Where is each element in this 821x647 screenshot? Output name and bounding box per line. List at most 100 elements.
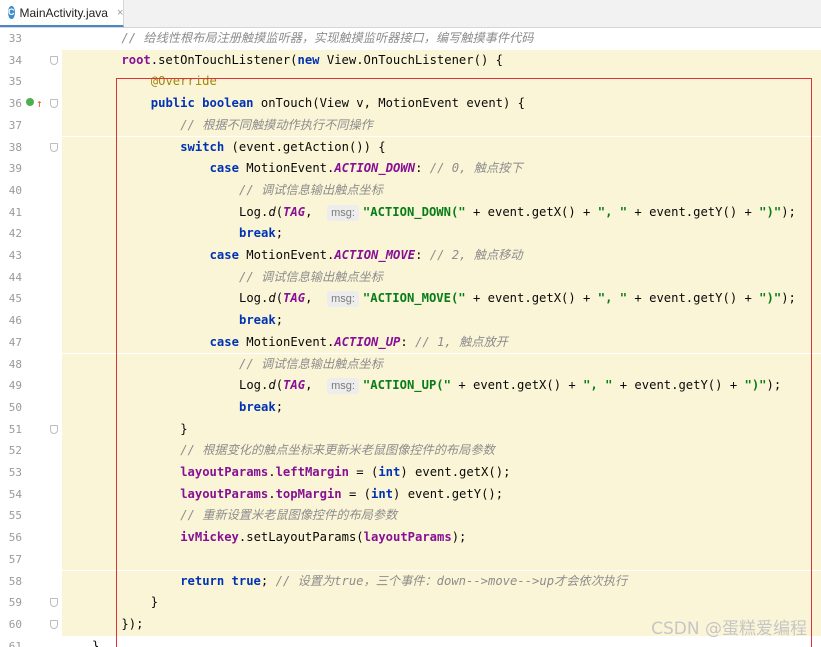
code-line[interactable]: 51}: [0, 418, 821, 441]
code-token: d: [268, 204, 276, 219]
code-token: ")": [759, 291, 782, 306]
code-token: break: [239, 226, 276, 241]
code-token: layoutParams: [180, 486, 269, 501]
code-line[interactable]: 40 // 调试信息输出触点坐标: [0, 179, 821, 202]
line-highlight: [62, 266, 821, 289]
code-line[interactable]: 42 break;: [0, 223, 821, 245]
code-text: ivMickey.setLayoutParams(layoutParams);: [180, 527, 466, 549]
code-line[interactable]: 45 Log.d(TAG, msg: "ACTION_MOVE(" + event.…: [0, 288, 821, 311]
code-line[interactable]: 37 // 根据不同触摸动作执行不同操作: [0, 114, 821, 137]
code-text: case MotionEvent.ACTION_UP: // 1, 触点放开: [210, 332, 508, 354]
code-line[interactable]: 41 Log.d(TAG, msg: "ACTION_DOWN(" + event.…: [0, 201, 821, 224]
line-number: 39: [8, 162, 22, 176]
code-line[interactable]: 52 // 根据变化的触点坐标来更新米老鼠图像控件的布局参数: [0, 440, 821, 462]
code-text: // 调试信息输出触点坐标: [239, 354, 383, 376]
code-token: // 2, 触点移动: [429, 248, 523, 262]
fold-marker-icon[interactable]: [50, 619, 58, 629]
code-token: MotionEvent.: [238, 248, 335, 262]
code-token: "ACTION_UP(": [362, 378, 451, 393]
code-line[interactable]: 43 case MotionEvent.ACTION_MOVE: // 2, 触点…: [0, 245, 821, 267]
code-token: layoutParams: [180, 465, 269, 479]
java-class-icon: C: [8, 6, 15, 19]
line-highlight: [62, 353, 821, 376]
code-line[interactable]: 50 break;: [0, 396, 821, 419]
code-line[interactable]: 55 // 重新设置米老鼠图像控件的布局参数: [0, 505, 821, 528]
code-editor[interactable]: 33 // 给线性根布局注册触摸监听器，实现触摸监听器接口，编写触摸事件代码 34 r…: [0, 28, 821, 647]
code-line[interactable]: 48 // 调试信息输出触点坐标: [0, 353, 821, 376]
code-line[interactable]: 57: [0, 548, 821, 571]
fold-marker-icon[interactable]: [50, 142, 58, 152]
code-line[interactable]: 59}: [0, 592, 821, 614]
code-line[interactable]: 38 switch (event.getAction()) {: [0, 136, 821, 159]
code-token: :: [400, 334, 416, 349]
code-token: });: [121, 616, 144, 631]
code-token: break: [239, 313, 276, 328]
code-line[interactable]: 33 // 给线性根布局注册触摸监听器，实现触摸监听器接口，编写触摸事件代码: [0, 28, 821, 50]
code-line[interactable]: 58 return true; // 设置为true，三个事件：down-->mo…: [0, 570, 821, 593]
override-method-icon[interactable]: [26, 98, 34, 107]
code-token: }: [92, 638, 100, 647]
line-number: 50: [8, 400, 22, 414]
code-line[interactable]: 34 root.setOnTouchListener(new View.OnTou…: [0, 49, 821, 72]
code-token: topMargin: [275, 486, 342, 501]
code-text: case MotionEvent.ACTION_DOWN: // 0, 触点按下: [210, 158, 523, 180]
code-token: );: [781, 291, 796, 306]
close-tab-icon[interactable]: ×: [117, 7, 123, 19]
code-token: ACTION_UP: [334, 334, 401, 349]
line-number: 56: [8, 531, 22, 545]
code-line[interactable]: 44 // 调试信息输出触点坐标: [0, 266, 821, 289]
fold-marker-icon[interactable]: [50, 99, 58, 109]
fold-marker-icon[interactable]: [50, 55, 58, 65]
fold-marker-icon[interactable]: [50, 598, 58, 608]
line-number: 57: [8, 552, 22, 566]
code-line[interactable]: 46 break;: [0, 310, 821, 332]
line-number: 61: [8, 639, 22, 647]
code-token: Log.: [239, 291, 269, 306]
code-token: "ACTION_DOWN(": [362, 204, 466, 219]
implements-arrow-icon[interactable]: ↑: [36, 93, 43, 115]
code-token: ", ": [597, 204, 628, 219]
line-number: 38: [8, 140, 22, 154]
code-text: break;: [239, 310, 283, 332]
code-token: ) event.getX();: [400, 465, 511, 479]
param-hint: msg:: [327, 204, 359, 221]
line-highlight: [62, 592, 821, 614]
code-line[interactable]: 54 layoutParams.topMargin = (int) event.g…: [0, 483, 821, 506]
code-token: MotionEvent.: [238, 161, 335, 176]
code-token: :: [415, 248, 430, 262]
line-number: 60: [8, 617, 22, 631]
code-token: break: [239, 399, 276, 414]
code-line[interactable]: 47 case MotionEvent.ACTION_UP: // 1, 触点放开: [0, 331, 821, 354]
line-number: 40: [8, 183, 22, 197]
code-text: }: [151, 592, 158, 614]
line-highlight: [62, 223, 821, 245]
code-token: onTouch(View v, MotionEvent event) {: [253, 96, 526, 111]
code-token: ")": [759, 204, 782, 219]
code-line[interactable]: 35 @Override: [0, 71, 821, 94]
code-token: // 1, 触点放开: [415, 334, 508, 349]
code-token: new: [297, 52, 320, 67]
line-number: 37: [8, 118, 22, 132]
fold-marker-icon[interactable]: [50, 424, 58, 434]
code-token: (: [275, 204, 284, 219]
code-text: Log.d(TAG, msg: "ACTION_UP(" + event.getX…: [239, 375, 781, 397]
line-number: 42: [8, 227, 22, 241]
code-token: leftMargin: [275, 465, 349, 479]
code-token: ,: [305, 204, 328, 219]
code-line[interactable]: 39 case MotionEvent.ACTION_DOWN: // 0, 触点…: [0, 158, 821, 180]
code-token: .: [268, 486, 276, 501]
code-line[interactable]: 53 layoutParams.leftMargin = (int) event.…: [0, 462, 821, 484]
code-token: MotionEvent.: [238, 334, 335, 349]
line-highlight: [62, 548, 821, 571]
editor-tab-bar: C MainActivity.java ×: [0, 0, 821, 28]
code-token: + event.getY() +: [627, 291, 760, 306]
code-line[interactable]: 49 Log.d(TAG, msg: "ACTION_UP(" + event.ge…: [0, 375, 821, 397]
code-line[interactable]: 56 ivMickey.setLayoutParams(layoutParams)…: [0, 527, 821, 549]
code-line[interactable]: 36 ↑ public boolean onTouch(View v, Motion…: [0, 93, 821, 115]
code-token: ", ": [597, 291, 628, 306]
tab-main-activity[interactable]: C MainActivity.java ×: [0, 0, 124, 27]
code-token: :: [415, 161, 430, 176]
code-text: @Override: [151, 71, 217, 93]
code-text: break;: [239, 397, 283, 419]
code-token: return true: [180, 573, 261, 588]
